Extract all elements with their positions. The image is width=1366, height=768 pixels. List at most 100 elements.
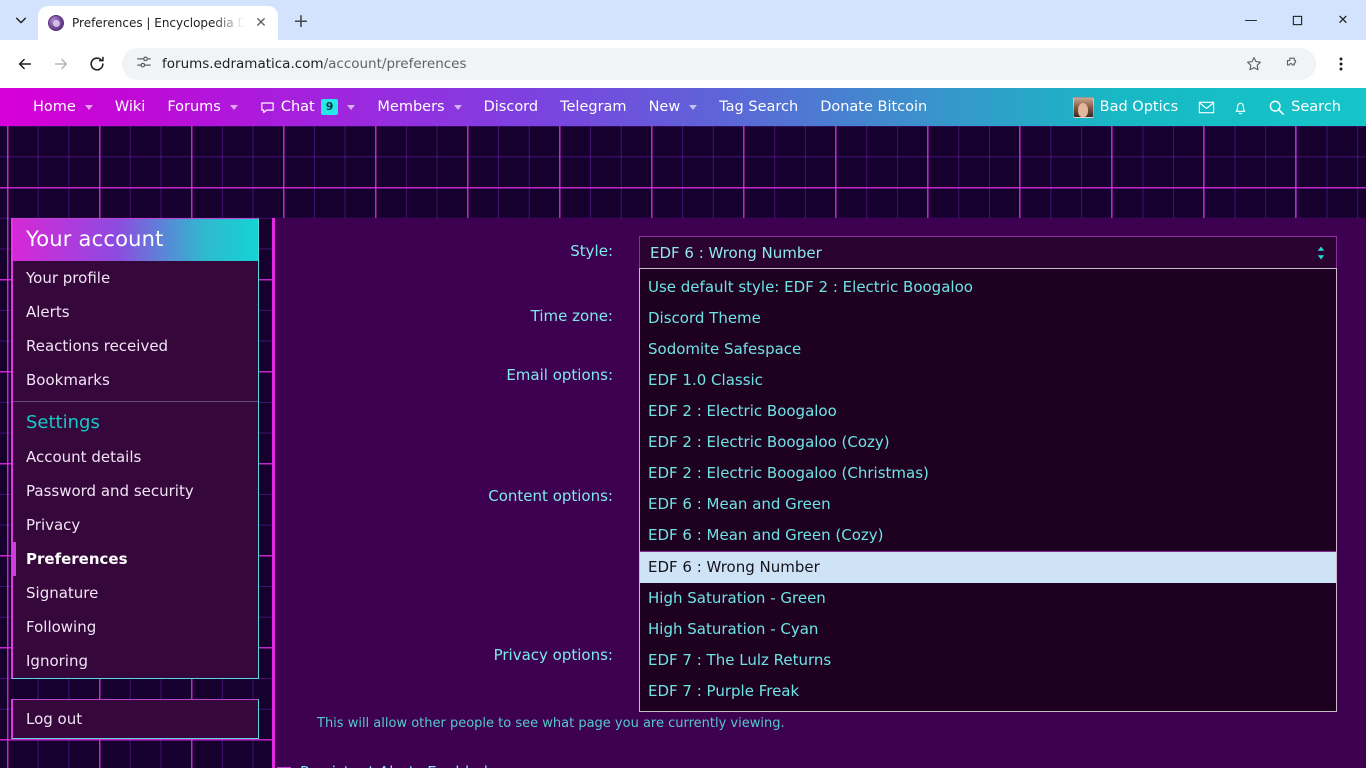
nav-item-telegram[interactable]: Telegram bbox=[549, 88, 637, 126]
dropdown-option[interactable]: EDF 7 : The Lulz Returns bbox=[640, 645, 1336, 676]
label-content-options: Content options: bbox=[275, 487, 625, 505]
dropdown-option[interactable]: EDF 6 : Mean and Green bbox=[640, 489, 1336, 520]
close-icon[interactable]: ✕ bbox=[252, 14, 270, 32]
nav-item-new[interactable]: New bbox=[638, 88, 709, 126]
sidebar-item-password-and-security[interactable]: Password and security bbox=[13, 474, 258, 508]
nav-label: Members bbox=[377, 99, 444, 115]
search-icon bbox=[1268, 99, 1285, 116]
sidebar-item-your-profile[interactable]: Your profile bbox=[13, 261, 258, 295]
dropdown-option[interactable]: EDF 2 : Electric Boogaloo bbox=[640, 396, 1336, 427]
dropdown-option[interactable]: EDF 2 : Electric Boogaloo (Cozy) bbox=[640, 427, 1336, 458]
sidebar-item-label: Following bbox=[26, 618, 96, 636]
inbox-button[interactable] bbox=[1189, 88, 1223, 126]
tab-search-button[interactable] bbox=[4, 3, 38, 37]
nav-item-wiki[interactable]: Wiki bbox=[104, 88, 156, 126]
nav-label: Donate Bitcoin bbox=[820, 99, 927, 115]
dropdown-option[interactable]: EDF 7 : Purple Freak bbox=[640, 676, 1336, 707]
sidebar-item-bookmarks[interactable]: Bookmarks bbox=[13, 363, 258, 397]
persistent-alerts-text: Persistent Alerts Enabled If enabled, yo… bbox=[300, 763, 996, 768]
sidebar-item-label: Log out bbox=[26, 710, 82, 728]
new-tab-button[interactable]: + bbox=[286, 6, 316, 36]
sidebar-item-account-details[interactable]: Account details bbox=[13, 440, 258, 474]
sidebar-item-label: Ignoring bbox=[26, 652, 88, 670]
url-text: forums.edramatica.com/account/preference… bbox=[162, 56, 1230, 72]
sidebar-item-alerts[interactable]: Alerts bbox=[13, 295, 258, 329]
chevron-down-icon[interactable] bbox=[230, 105, 238, 110]
chevron-down-icon[interactable] bbox=[347, 105, 355, 110]
nav-label: New bbox=[649, 99, 681, 115]
username-label: Bad Optics bbox=[1100, 99, 1179, 115]
forward-button[interactable] bbox=[44, 47, 78, 81]
back-button[interactable] bbox=[8, 47, 42, 81]
nav-item-donate-bitcoin[interactable]: Donate Bitcoin bbox=[809, 88, 938, 126]
maximize-icon[interactable] bbox=[1274, 0, 1320, 40]
select-updown-arrow-icon[interactable] bbox=[1316, 245, 1326, 261]
minimize-icon[interactable]: — bbox=[1228, 0, 1274, 40]
style-select[interactable]: EDF 6 : Wrong Number bbox=[639, 236, 1337, 269]
page-content: Home Wiki Forums Chat 9 Members bbox=[0, 88, 1366, 768]
sidebar-item-ignoring[interactable]: Ignoring bbox=[13, 644, 258, 678]
chevron-down-icon bbox=[14, 13, 28, 27]
chevron-down-icon[interactable] bbox=[85, 105, 93, 110]
sidebar-item-reactions-received[interactable]: Reactions received bbox=[13, 329, 258, 363]
sidebar-item-signature[interactable]: Signature bbox=[13, 576, 258, 610]
sidebar-item-label: Password and security bbox=[26, 482, 194, 500]
style-select-dropdown[interactable]: Use default style: EDF 2 : Electric Boog… bbox=[639, 268, 1337, 712]
dropdown-option[interactable]: Sodomite Safespace bbox=[640, 334, 1336, 365]
sidebar-divider bbox=[13, 401, 258, 402]
label-privacy-options: Privacy options: bbox=[275, 646, 625, 664]
url-path: /account/preferences bbox=[324, 56, 467, 72]
address-bar[interactable]: forums.edramatica.com/account/preference… bbox=[122, 48, 1316, 80]
dropdown-option[interactable]: Use default style: EDF 2 : Electric Boog… bbox=[640, 272, 1336, 303]
chevron-down-icon[interactable] bbox=[454, 105, 462, 110]
bell-icon bbox=[1231, 98, 1250, 117]
nav-label: Chat bbox=[281, 99, 315, 115]
arrow-left-icon bbox=[16, 55, 34, 73]
nav-item-tag-search[interactable]: Tag Search bbox=[708, 88, 809, 126]
sidebar-item-preferences[interactable]: Preferences bbox=[13, 542, 258, 576]
url-domain: forums.edramatica.com bbox=[162, 56, 324, 72]
dropdown-option[interactable]: EDF 1.0 Classic bbox=[640, 365, 1336, 396]
window-close-icon[interactable]: ✕ bbox=[1320, 0, 1366, 40]
dropdown-option[interactable]: High Saturation - Cyan bbox=[640, 614, 1336, 645]
browser-tab[interactable]: Preferences | Encyclopedia Dra ✕ bbox=[38, 6, 278, 40]
chevron-down-icon[interactable] bbox=[689, 105, 697, 110]
logout-card[interactable]: Log out bbox=[11, 699, 259, 739]
dropdown-option[interactable]: EDF 2 : Electric Boogaloo (Christmas) bbox=[640, 458, 1336, 489]
sidebar-item-following[interactable]: Following bbox=[13, 610, 258, 644]
nav-item-members[interactable]: Members bbox=[366, 88, 472, 126]
label-timezone: Time zone: bbox=[275, 307, 625, 325]
user-menu[interactable]: Bad Optics bbox=[1062, 88, 1190, 126]
sidebar-item-log-out[interactable]: Log out bbox=[13, 700, 258, 738]
nav-item-forums[interactable]: Forums bbox=[156, 88, 249, 126]
sidebar-item-privacy[interactable]: Privacy bbox=[13, 508, 258, 542]
reload-button[interactable] bbox=[80, 47, 114, 81]
arrow-right-icon bbox=[52, 55, 70, 73]
sidebar-item-label: Signature bbox=[26, 584, 98, 602]
dropdown-option-selected[interactable]: EDF 6 : Wrong Number bbox=[640, 551, 1336, 583]
nav-item-chat[interactable]: Chat 9 bbox=[249, 88, 367, 126]
page-settings-icon[interactable] bbox=[136, 54, 152, 74]
dropdown-option[interactable]: Discord Theme bbox=[640, 303, 1336, 334]
star-icon[interactable] bbox=[1240, 50, 1268, 78]
sidebar-item-label: Preferences bbox=[26, 550, 128, 568]
nav-item-discord[interactable]: Discord bbox=[473, 88, 550, 126]
nav-item-home[interactable]: Home bbox=[22, 88, 104, 126]
nav-label: Telegram bbox=[560, 99, 626, 115]
privacy-helper-text: This will allow other people to see what… bbox=[317, 716, 785, 731]
dropdown-option[interactable]: EDF 6 : Mean and Green (Cozy) bbox=[640, 520, 1336, 551]
sidebar-item-label: Your profile bbox=[26, 269, 110, 287]
chat-unread-badge: 9 bbox=[321, 99, 339, 115]
alerts-button[interactable] bbox=[1223, 88, 1257, 126]
persistent-alerts-title: Persistent Alerts Enabled bbox=[300, 763, 996, 768]
tab-title: Preferences | Encyclopedia Dra bbox=[72, 16, 244, 30]
sidebar-card: Your account Your profile Alerts Reactio… bbox=[11, 218, 259, 679]
dropdown-option[interactable]: High Saturation - Green bbox=[640, 583, 1336, 614]
search-button[interactable]: Search bbox=[1257, 88, 1352, 126]
envelope-icon bbox=[1197, 98, 1216, 117]
browser-menu-button[interactable] bbox=[1324, 47, 1358, 81]
browser-window: Preferences | Encyclopedia Dra ✕ + — ✕ bbox=[0, 0, 1366, 768]
extensions-icon[interactable] bbox=[1278, 50, 1306, 78]
reload-icon bbox=[88, 55, 106, 73]
nav-label: Forums bbox=[167, 99, 221, 115]
